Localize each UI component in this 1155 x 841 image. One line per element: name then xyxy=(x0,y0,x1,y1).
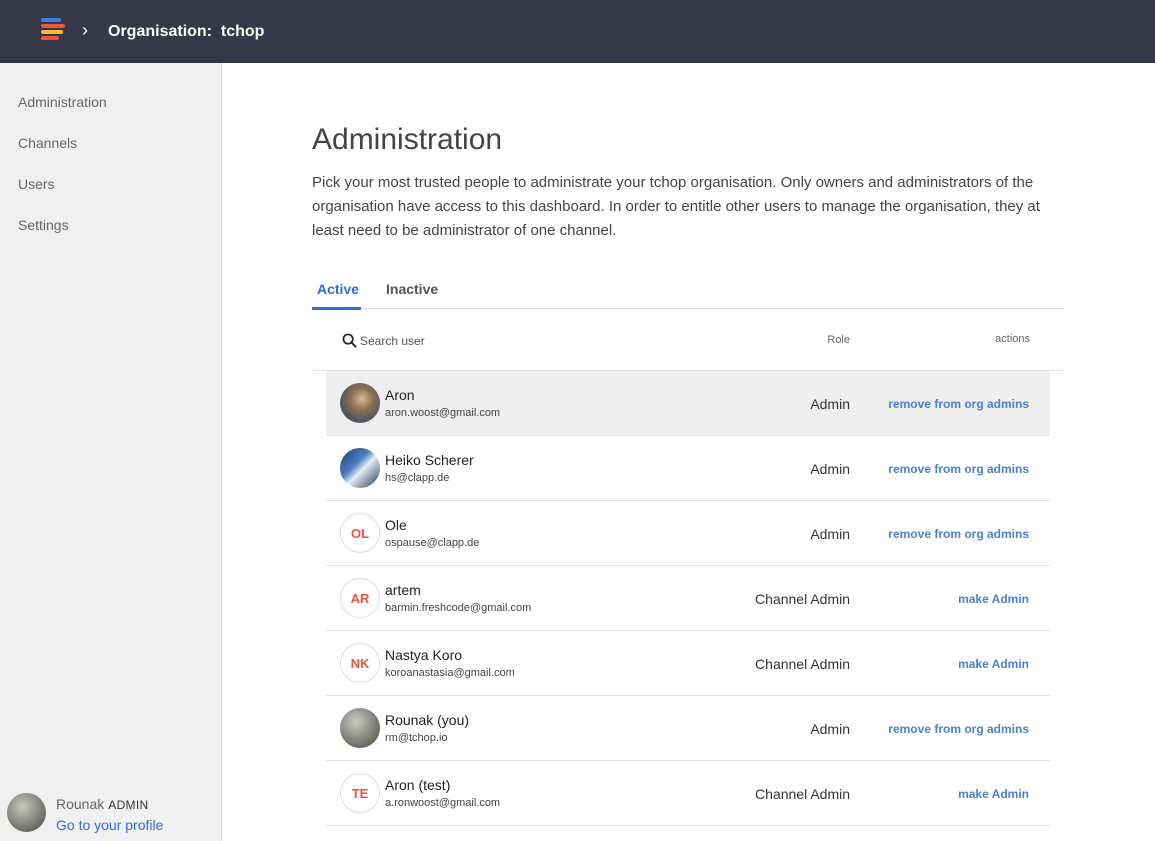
user-role: Admin xyxy=(810,461,850,477)
user-email: ospause@clapp.de xyxy=(385,537,480,549)
avatar xyxy=(340,708,380,748)
table-row[interactable]: AR artem barmin.freshcode@gmail.com Chan… xyxy=(326,566,1050,631)
user-email: barmin.freshcode@gmail.com xyxy=(385,602,532,614)
page-description: Pick your most trusted people to adminis… xyxy=(312,174,1040,239)
avatar xyxy=(340,383,380,423)
breadcrumb-chevron-icon: › xyxy=(82,20,88,40)
avatar: TE xyxy=(340,773,380,813)
avatar: NK xyxy=(340,643,380,683)
sidebar-item-settings[interactable]: Settings xyxy=(18,217,69,233)
user-email: koroanastasia@gmail.com xyxy=(385,667,515,679)
table-header: Role actions xyxy=(312,309,1064,371)
sidebar: Administration Channels Users Settings R… xyxy=(0,63,222,841)
remove-from-org-admins-button[interactable]: remove from org admins xyxy=(888,722,1029,736)
user-list: Aron aron.woost@gmail.com Admin remove f… xyxy=(326,371,1050,826)
search-icon xyxy=(342,333,357,348)
remove-from-org-admins-button[interactable]: remove from org admins xyxy=(888,527,1029,541)
make-admin-button[interactable]: make Admin xyxy=(958,592,1029,606)
user-name: Aron xyxy=(385,387,415,403)
search-user-input[interactable] xyxy=(360,331,580,351)
remove-from-org-admins-button[interactable]: remove from org admins xyxy=(888,462,1029,476)
avatar xyxy=(340,448,380,488)
user-email: hs@clapp.de xyxy=(385,472,450,484)
make-admin-button[interactable]: make Admin xyxy=(958,657,1029,671)
column-header-role: Role xyxy=(827,334,850,346)
remove-from-org-admins-button[interactable]: remove from org admins xyxy=(888,397,1029,411)
tab-inactive[interactable]: Inactive xyxy=(386,281,438,297)
user-name: Rounak (you) xyxy=(385,712,470,728)
table-row[interactable]: Heiko Scherer hs@clapp.de Admin remove f… xyxy=(326,436,1050,501)
sidebar-item-channels[interactable]: Channels xyxy=(18,135,77,151)
profile-avatar[interactable] xyxy=(7,793,46,832)
user-role: Admin xyxy=(810,396,850,412)
profile-name-line: Rounak ADMIN xyxy=(56,796,148,812)
profile-name: Rounak xyxy=(56,796,105,812)
avatar: AR xyxy=(340,578,380,618)
user-role: Channel Admin xyxy=(755,591,850,607)
avatar: OL xyxy=(340,513,380,553)
sidebar-item-users[interactable]: Users xyxy=(18,176,55,192)
sidebar-item-administration[interactable]: Administration xyxy=(18,94,107,110)
main-content: Administration Pick your most trusted pe… xyxy=(222,63,1155,841)
profile-role-badge: ADMIN xyxy=(108,798,149,812)
top-bar: › Organisation: tchop xyxy=(0,0,1155,63)
user-role: Channel Admin xyxy=(755,786,850,802)
user-role: Admin xyxy=(810,721,850,737)
user-name: Aron (test) xyxy=(385,777,451,793)
user-email: rm@tchop.io xyxy=(385,732,448,744)
user-name: Ole xyxy=(385,517,407,533)
table-row[interactable]: Aron aron.woost@gmail.com Admin remove f… xyxy=(326,371,1050,436)
column-header-actions: actions xyxy=(995,333,1030,345)
user-name: Heiko Scherer xyxy=(385,452,474,468)
go-to-profile-link[interactable]: Go to your profile xyxy=(56,817,163,833)
user-name: artem xyxy=(385,582,421,598)
user-email: a.ronwoost@gmail.com xyxy=(385,797,501,809)
tab-bar: Active Inactive xyxy=(312,281,1064,310)
tchop-logo-icon[interactable] xyxy=(41,18,65,42)
breadcrumb-organisation-title[interactable]: Organisation: tchop xyxy=(108,23,264,41)
page-title: Administration xyxy=(312,123,503,156)
tab-active[interactable]: Active xyxy=(317,281,359,297)
user-email: aron.woost@gmail.com xyxy=(385,407,501,419)
table-row[interactable]: TE Aron (test) a.ronwoost@gmail.com Chan… xyxy=(326,761,1050,826)
make-admin-button[interactable]: make Admin xyxy=(958,787,1029,801)
user-role: Admin xyxy=(810,526,850,542)
table-row[interactable]: Rounak (you) rm@tchop.io Admin remove fr… xyxy=(326,696,1050,761)
table-row[interactable]: NK Nastya Koro koroanastasia@gmail.com C… xyxy=(326,631,1050,696)
table-row[interactable]: OL Ole ospause@clapp.de Admin remove fro… xyxy=(326,501,1050,566)
user-role: Channel Admin xyxy=(755,656,850,672)
user-name: Nastya Koro xyxy=(385,647,463,663)
